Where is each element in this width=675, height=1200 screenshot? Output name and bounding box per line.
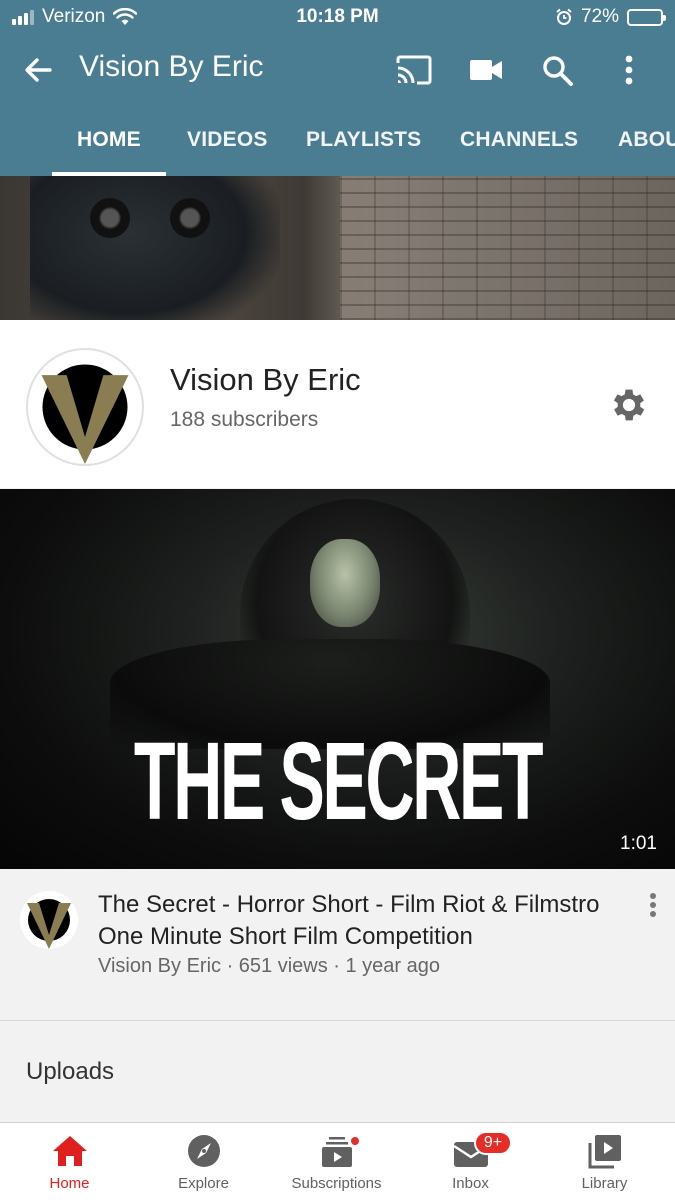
tab-playlists[interactable]: PLAYLISTS [306, 128, 421, 152]
uploads-section-title[interactable]: Uploads [26, 1058, 114, 1086]
video-title[interactable]: The Secret - Horror Short - Film Riot & … [98, 889, 643, 953]
channel-avatar[interactable] [26, 348, 144, 466]
search-button[interactable] [537, 50, 577, 90]
video-channel-avatar[interactable] [20, 891, 78, 949]
gear-icon[interactable] [608, 384, 650, 426]
nav-inbox[interactable]: 9+ Inbox [403, 1123, 538, 1200]
featured-video-thumbnail[interactable]: THE SECRET 1:01 [0, 489, 675, 869]
video-info: Vision By Eric · 651 views · 1 year ago [98, 955, 441, 977]
video-duration: 1:01 [620, 833, 657, 854]
nav-library-label: Library [581, 1175, 628, 1192]
cast-button[interactable] [394, 50, 434, 90]
battery-percent: 72% [580, 6, 619, 27]
video-details: The Secret - Horror Short - Film Riot & … [0, 869, 675, 1021]
app-header: Verizon 10:18 PM 72% Vision By Eric HOME… [0, 0, 675, 176]
back-arrow-icon[interactable] [20, 52, 56, 88]
library-icon [588, 1135, 621, 1169]
tab-videos[interactable]: VIDEOS [187, 128, 268, 152]
nav-home[interactable]: Home [2, 1123, 137, 1200]
nav-explore[interactable]: Explore [136, 1123, 271, 1200]
tab-home[interactable]: HOME [77, 128, 141, 152]
video-camera-icon [470, 60, 502, 80]
nav-library[interactable]: Library [537, 1123, 672, 1200]
home-icon [52, 1136, 87, 1166]
upload-video-button[interactable] [466, 50, 506, 90]
page-title: Vision By Eric [79, 50, 264, 83]
status-bar: Verizon 10:18 PM 72% [0, 0, 675, 36]
nav-subscriptions[interactable]: Subscriptions [269, 1123, 404, 1200]
more-options-button[interactable] [609, 50, 649, 90]
nav-explore-label: Explore [178, 1175, 229, 1192]
battery-icon [627, 8, 666, 26]
thumbnail-title-text: THE SECRET [133, 720, 544, 843]
tab-about[interactable]: ABOU [618, 128, 675, 152]
channel-tabs: HOME VIDEOS PLAYLISTS CHANNELS ABOU [0, 112, 675, 176]
nav-inbox-label: Inbox [452, 1175, 489, 1192]
tab-channels[interactable]: CHANNELS [460, 128, 578, 152]
channel-name: Vision By Eric [170, 362, 361, 397]
toolbar: Vision By Eric [0, 36, 675, 102]
cast-icon [396, 55, 432, 85]
search-icon [543, 56, 573, 86]
channel-banner [0, 176, 675, 320]
alarm-icon [556, 8, 572, 25]
inbox-badge: 9+ [474, 1131, 512, 1155]
nav-subscriptions-label: Subscriptions [291, 1175, 382, 1192]
bottom-navigation: Home Explore Subscriptions 9+ Inbox Libr… [0, 1122, 675, 1200]
video-more-icon[interactable] [640, 891, 666, 921]
subscriptions-new-dot [349, 1135, 361, 1147]
more-vertical-icon [625, 55, 633, 85]
subscriber-count: 188 subscribers [170, 408, 319, 431]
compass-icon [187, 1135, 220, 1167]
channel-header: Vision By Eric 188 subscribers [0, 320, 675, 488]
nav-home-label: Home [49, 1175, 90, 1192]
